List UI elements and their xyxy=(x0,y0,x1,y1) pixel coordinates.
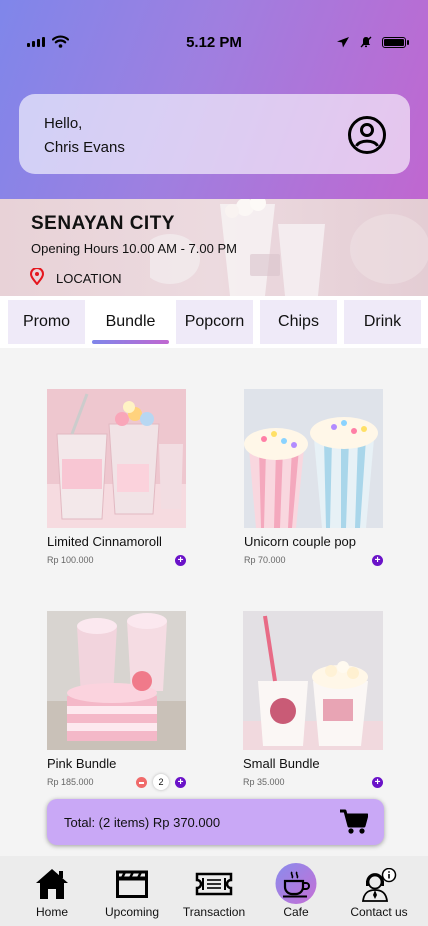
nav-upcoming[interactable]: Upcoming xyxy=(89,856,175,926)
add-button[interactable]: + xyxy=(175,555,186,566)
active-tab-indicator xyxy=(92,340,169,344)
coffee-cup-icon xyxy=(283,871,310,898)
tab-bundle[interactable]: Bundle xyxy=(92,300,169,344)
remove-button[interactable] xyxy=(136,777,147,788)
profile-icon[interactable] xyxy=(347,115,387,155)
clapperboard-icon xyxy=(116,870,148,898)
product-name: Small Bundle xyxy=(243,756,320,771)
nav-contact[interactable]: Contact us xyxy=(336,856,422,926)
product-price: Rp 70.000 xyxy=(244,555,286,565)
nav-label: Home xyxy=(35,905,68,919)
nav-label: Upcoming xyxy=(104,905,160,919)
category-tabs: Promo Bundle Popcorn Chips Drink xyxy=(0,296,428,348)
product-price: Rp 185.000 xyxy=(47,777,94,787)
greeting-card: Hello, Chris Evans xyxy=(19,94,410,174)
nav-label: Cafe xyxy=(283,905,309,919)
status-bar: 5.12 PM xyxy=(0,33,428,53)
product-name: Pink Bundle xyxy=(47,756,117,771)
tab-drink[interactable]: Drink xyxy=(344,300,421,344)
map-pin-icon[interactable] xyxy=(30,268,44,285)
home-icon xyxy=(36,869,68,899)
product-image xyxy=(243,611,383,750)
add-button[interactable]: + xyxy=(372,555,383,566)
quantity-badge: 2 xyxy=(153,774,169,790)
nav-cafe[interactable]: Cafe xyxy=(253,856,339,926)
location-arrow-icon xyxy=(337,37,349,48)
product-image xyxy=(47,611,186,750)
product-image xyxy=(47,389,186,528)
location-banner: SENAYAN CITY Opening Hours 10.00 AM - 7.… xyxy=(0,199,428,296)
bell-muted-icon xyxy=(360,36,372,48)
nav-label: Contact us xyxy=(350,905,408,919)
add-button[interactable]: + xyxy=(372,777,383,788)
nav-home[interactable]: Home xyxy=(9,856,95,926)
ticket-icon xyxy=(195,872,233,896)
support-agent-icon xyxy=(361,868,397,902)
cart-total-bar[interactable]: Total: (2 items) Rp 370.000 xyxy=(47,799,384,845)
greeting-hello: Hello, xyxy=(44,115,83,132)
battery-icon xyxy=(382,36,409,48)
cart-icon[interactable] xyxy=(340,809,368,835)
add-button[interactable]: + xyxy=(175,777,186,788)
cart-total-text: Total: (2 items) Rp 370.000 xyxy=(64,815,221,830)
product-name: Limited Cinnamoroll xyxy=(47,534,162,549)
user-name: Chris Evans xyxy=(44,139,125,156)
product-card[interactable]: Small Bundle Rp 35.000 + xyxy=(243,611,383,788)
product-price: Rp 35.000 xyxy=(243,777,285,787)
tab-chips[interactable]: Chips xyxy=(260,300,337,344)
tab-popcorn[interactable]: Popcorn xyxy=(176,300,253,344)
product-price: Rp 100.000 xyxy=(47,555,94,565)
location-link[interactable]: LOCATION xyxy=(56,271,122,286)
nav-transaction[interactable]: Transaction xyxy=(171,856,257,926)
product-name: Unicorn couple pop xyxy=(244,534,357,549)
nav-label: Transaction xyxy=(182,905,246,919)
product-card[interactable]: Pink Bundle Rp 185.000 2 + xyxy=(47,611,187,790)
product-card[interactable]: Unicorn couple pop Rp 70.000 + xyxy=(244,389,384,566)
header: 5.12 PM Hello, Chris Evans xyxy=(0,0,428,200)
product-card[interactable]: Limited Cinnamoroll Rp 100.000 + xyxy=(47,389,187,566)
tab-promo[interactable]: Promo xyxy=(8,300,85,344)
location-title: SENAYAN CITY xyxy=(31,213,175,234)
bottom-navigation: Home Upcoming Transaction Cafe Contact u… xyxy=(0,856,428,926)
product-image xyxy=(244,389,383,528)
opening-hours: Opening Hours 10.00 AM - 7.00 PM xyxy=(31,241,237,256)
